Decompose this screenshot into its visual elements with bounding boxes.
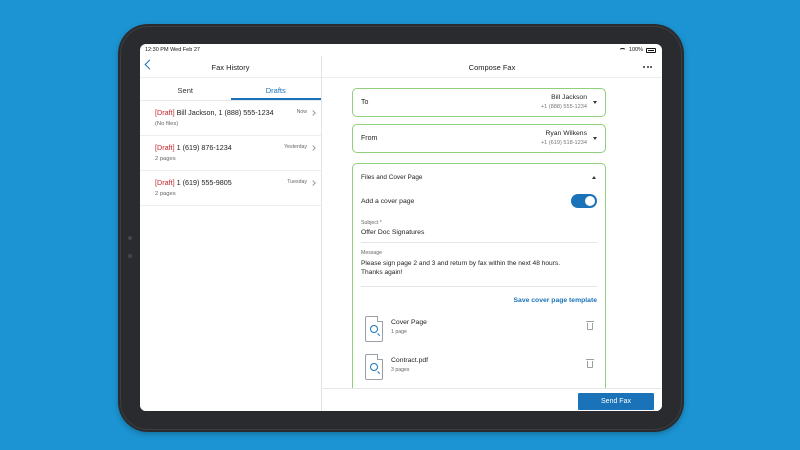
draft-subtitle: 2 pages bbox=[155, 156, 176, 162]
tab-sent[interactable]: Sent bbox=[140, 78, 231, 100]
divider bbox=[361, 286, 597, 287]
trash-icon[interactable] bbox=[586, 321, 594, 330]
file-item[interactable]: Contract.pdf 3 pages bbox=[361, 352, 597, 386]
compose-fax-pane: Compose Fax To Bill Jackson +1 (888) 555… bbox=[322, 56, 662, 411]
file-pages: 1 page bbox=[391, 329, 407, 335]
save-cover-template-link[interactable]: Save cover page template bbox=[514, 297, 598, 304]
subject-input[interactable]: Offer Doc Signatures bbox=[361, 229, 424, 236]
message-label: Message bbox=[361, 250, 383, 256]
draft-time: Now bbox=[296, 109, 307, 115]
draft-time: Tuesday bbox=[287, 179, 307, 185]
wifi-icon bbox=[618, 47, 626, 53]
draft-tag: [Draft] bbox=[155, 178, 175, 187]
subject-label: Subject * bbox=[361, 220, 382, 226]
battery-icon bbox=[646, 47, 656, 53]
chevron-up-icon[interactable] bbox=[592, 176, 596, 179]
magnifier-icon bbox=[370, 325, 378, 333]
status-bar: 12:30 PM Wed Feb 27 100% bbox=[140, 44, 662, 56]
message-input[interactable]: Please sign page 2 and 3 and return by f… bbox=[361, 259, 561, 277]
chevron-down-icon bbox=[593, 101, 597, 104]
chevron-right-icon bbox=[310, 110, 316, 116]
from-label: From bbox=[361, 135, 378, 142]
send-fax-button[interactable]: Send Fax bbox=[578, 393, 654, 410]
draft-subtitle: (No files) bbox=[155, 121, 179, 127]
from-field[interactable]: From Ryan Wilkens +1 (619) 518-1234 bbox=[352, 124, 606, 153]
draft-title: [Draft] 1 (619) 876-1234 bbox=[155, 143, 305, 152]
draft-title: [Draft] Bill Jackson, 1 (888) 555-1234 bbox=[155, 108, 305, 117]
document-icon bbox=[365, 316, 383, 342]
compose-header: Compose Fax bbox=[322, 56, 662, 78]
history-tabs: Sent Drafts bbox=[140, 78, 321, 101]
cover-page-toggle-label: Add a cover page bbox=[361, 198, 415, 205]
toggle-knob bbox=[585, 196, 595, 206]
status-right: 100% bbox=[618, 47, 656, 53]
fax-history-pane: Fax History Sent Drafts [Draft] Bill Jac… bbox=[140, 56, 322, 411]
trash-icon[interactable] bbox=[586, 359, 594, 368]
tab-drafts[interactable]: Drafts bbox=[230, 78, 321, 100]
draft-tag: [Draft] bbox=[155, 143, 175, 152]
files-section-title: Files and Cover Page bbox=[361, 174, 423, 181]
chevron-right-icon bbox=[310, 145, 316, 151]
files-cover-section: Files and Cover Page Add a cover page Su… bbox=[352, 163, 606, 393]
draft-list-item[interactable]: [Draft] 1 (619) 876-1234 2 pages Yesterd… bbox=[140, 136, 321, 171]
more-options-icon[interactable] bbox=[643, 66, 652, 68]
draft-list-item[interactable]: [Draft] Bill Jackson, 1 (888) 555-1234 (… bbox=[140, 101, 321, 136]
document-icon bbox=[365, 354, 383, 380]
to-label: To bbox=[361, 99, 369, 106]
magnifier-icon bbox=[370, 363, 378, 371]
from-name: Ryan Wilkens bbox=[545, 130, 587, 137]
draft-recipient: 1 (619) 876-1234 bbox=[174, 143, 232, 152]
file-name: Cover Page bbox=[391, 319, 427, 326]
tablet-screen: 12:30 PM Wed Feb 27 100% Fax History Sen… bbox=[140, 44, 662, 411]
side-buttons bbox=[128, 236, 132, 272]
draft-time: Yesterday bbox=[284, 144, 307, 150]
cover-page-toggle[interactable] bbox=[571, 194, 597, 208]
divider bbox=[361, 242, 597, 243]
compose-title: Compose Fax bbox=[468, 63, 516, 72]
file-name: Contract.pdf bbox=[391, 357, 429, 364]
to-name: Bill Jackson bbox=[551, 94, 587, 101]
draft-tag: [Draft] bbox=[155, 108, 175, 117]
draft-recipient: Bill Jackson, 1 (888) 555-1234 bbox=[174, 108, 274, 117]
draft-recipient: 1 (619) 555-9805 bbox=[174, 178, 232, 187]
from-number: +1 (619) 518-1234 bbox=[540, 140, 587, 146]
draft-list-item[interactable]: [Draft] 1 (619) 555-9805 2 pages Tuesday bbox=[140, 171, 321, 206]
to-number: +1 (888) 555-1234 bbox=[540, 104, 587, 110]
chevron-right-icon bbox=[310, 180, 316, 186]
fax-history-header: Fax History bbox=[140, 56, 321, 78]
draft-title: [Draft] 1 (619) 555-9805 bbox=[155, 178, 305, 187]
bottom-action-bar: Send Fax bbox=[322, 388, 662, 411]
fax-history-title: Fax History bbox=[211, 63, 250, 72]
to-field[interactable]: To Bill Jackson +1 (888) 555-1234 bbox=[352, 88, 606, 117]
draft-subtitle: 2 pages bbox=[155, 191, 176, 197]
status-time: 12:30 PM Wed Feb 27 bbox=[145, 47, 200, 53]
chevron-down-icon bbox=[593, 137, 597, 140]
file-pages: 3 pages bbox=[391, 367, 410, 373]
battery-percent: 100% bbox=[628, 47, 643, 53]
file-item[interactable]: Cover Page 1 page bbox=[361, 314, 597, 348]
